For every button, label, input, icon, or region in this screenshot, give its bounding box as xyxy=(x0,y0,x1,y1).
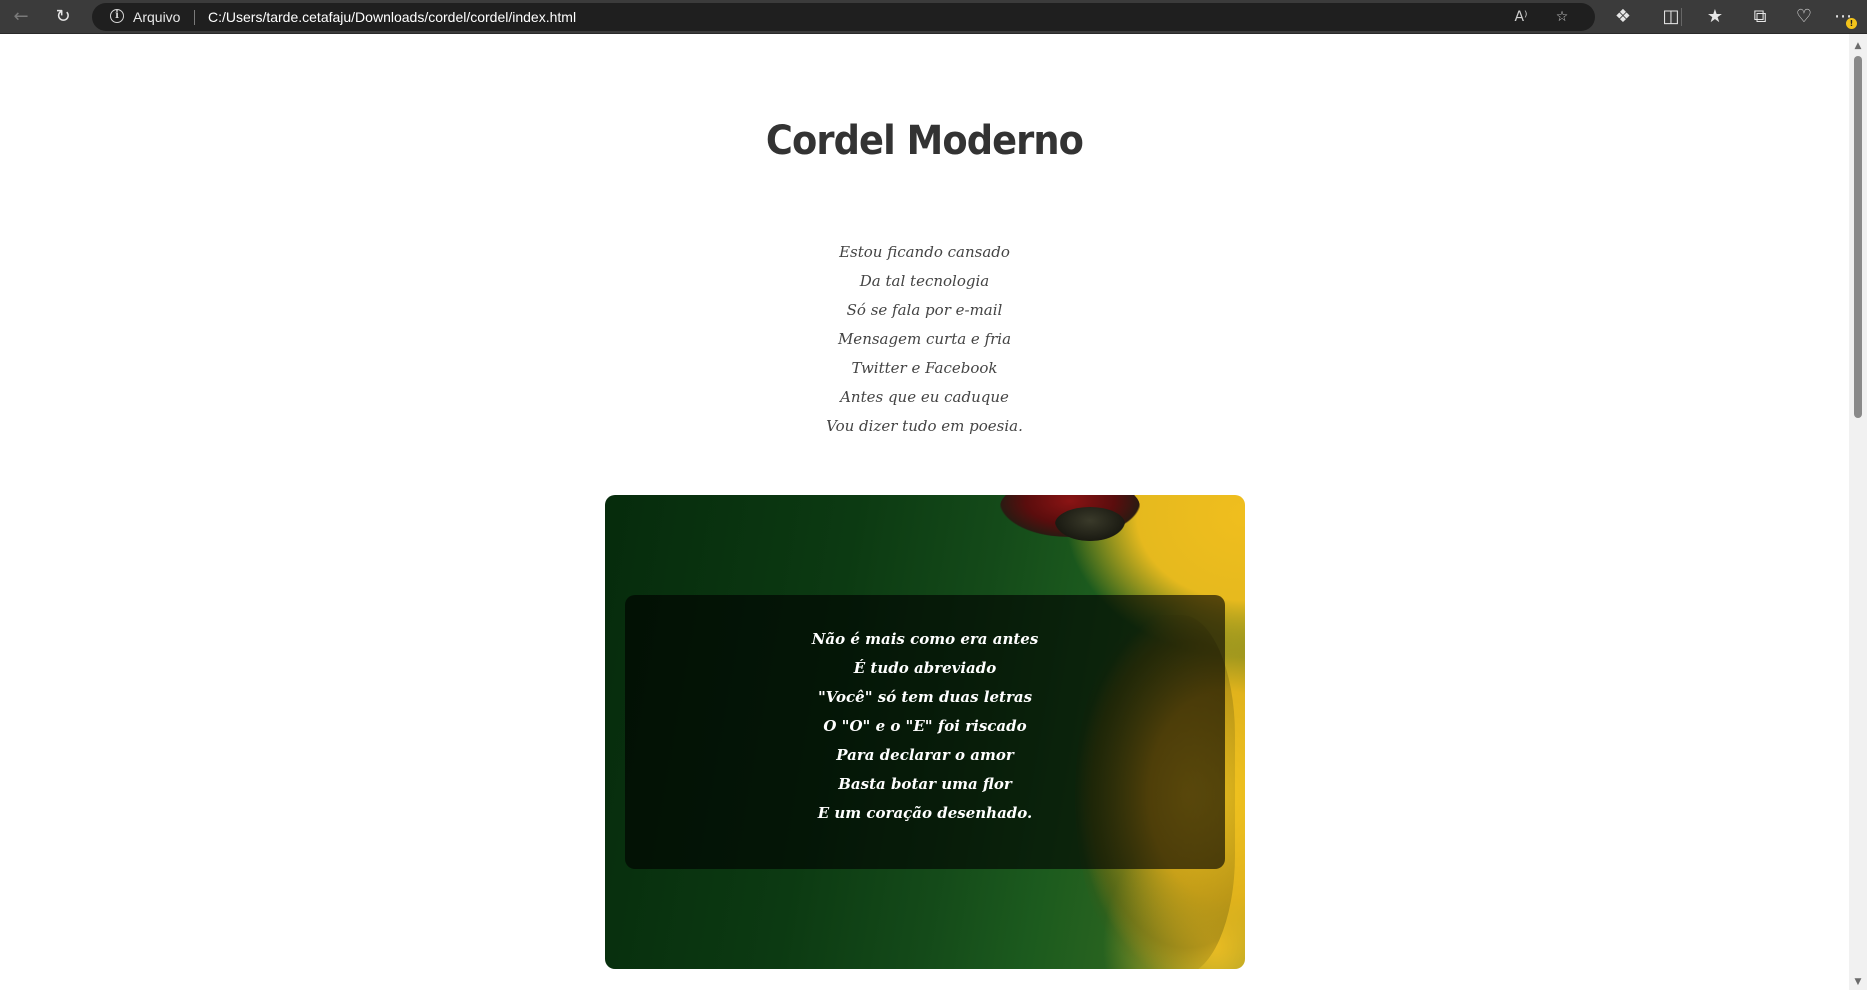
poem-stanza-1: Estou ficando cansado Da tal tecnologia … xyxy=(0,238,1849,441)
ladybug-head xyxy=(1055,507,1125,541)
scroll-down-icon[interactable]: ▼ xyxy=(1849,974,1867,990)
poem-line: Twitter e Facebook xyxy=(851,359,998,377)
address-divider xyxy=(194,10,195,25)
more-icon[interactable]: ⋯ xyxy=(1824,0,1862,34)
url-text[interactable]: C:/Users/tarde.cetafaju/Downloads/cordel… xyxy=(208,9,576,25)
poem-overlay-box: Não é mais como era antes É tudo abrevia… xyxy=(625,595,1225,869)
poem-line: Não é mais como era antes xyxy=(811,630,1039,648)
scroll-up-icon[interactable]: ▲ xyxy=(1849,38,1867,54)
poem-line: Da tal tecnologia xyxy=(859,272,990,290)
poem-line: Só se fala por e-mail xyxy=(846,301,1003,319)
favorite-star-icon[interactable]: ☆ xyxy=(1544,3,1580,31)
poem-line: É tudo abreviado xyxy=(853,659,997,677)
vertical-scrollbar[interactable]: ▲ ▼ xyxy=(1849,34,1867,990)
notification-badge: ! xyxy=(1846,18,1857,29)
back-icon[interactable]: ← xyxy=(2,0,40,34)
poem-line: Vou dizer tudo em poesia. xyxy=(826,417,1023,435)
poem-line: Antes que eu caduque xyxy=(840,388,1009,406)
favorites-icon[interactable]: ★ xyxy=(1696,0,1734,34)
extensions-icon[interactable]: ❖ xyxy=(1604,0,1642,34)
flower-background-image: Não é mais como era antes É tudo abrevia… xyxy=(605,495,1245,969)
poem-line: Basta botar uma flor xyxy=(838,775,1012,793)
poem-stanza-2: Não é mais como era antes É tudo abrevia… xyxy=(625,625,1225,828)
collections-icon[interactable]: ⧉ xyxy=(1741,0,1779,34)
poem-line: Para declarar o amor xyxy=(836,746,1014,764)
refresh-icon[interactable]: ↻ xyxy=(44,0,82,34)
site-info-icon[interactable]: i xyxy=(110,9,124,23)
poem-line: "Você" só tem duas letras xyxy=(817,688,1033,706)
read-aloud-icon[interactable]: A⁾ xyxy=(1503,3,1539,31)
scroll-thumb[interactable] xyxy=(1854,56,1862,418)
split-screen-icon[interactable]: ◫ xyxy=(1652,0,1690,34)
address-protocol-label: Arquivo xyxy=(133,9,181,25)
page-title: Cordel Moderno xyxy=(765,118,1084,164)
poem-line: Estou ficando cansado xyxy=(839,243,1010,261)
address-bar[interactable]: i Arquivo C:/Users/tarde.cetafaju/Downlo… xyxy=(92,3,1595,31)
poem-line: Mensagem curta e fria xyxy=(837,330,1012,348)
poem-line: O "O" e o "E" foi riscado xyxy=(823,717,1027,735)
browser-toolbar: ← ↻ i Arquivo C:/Users/tarde.cetafaju/Do… xyxy=(0,0,1867,34)
browser-essentials-icon[interactable]: ♡ xyxy=(1785,0,1823,34)
poem-line: E um coração desenhado. xyxy=(817,804,1033,822)
